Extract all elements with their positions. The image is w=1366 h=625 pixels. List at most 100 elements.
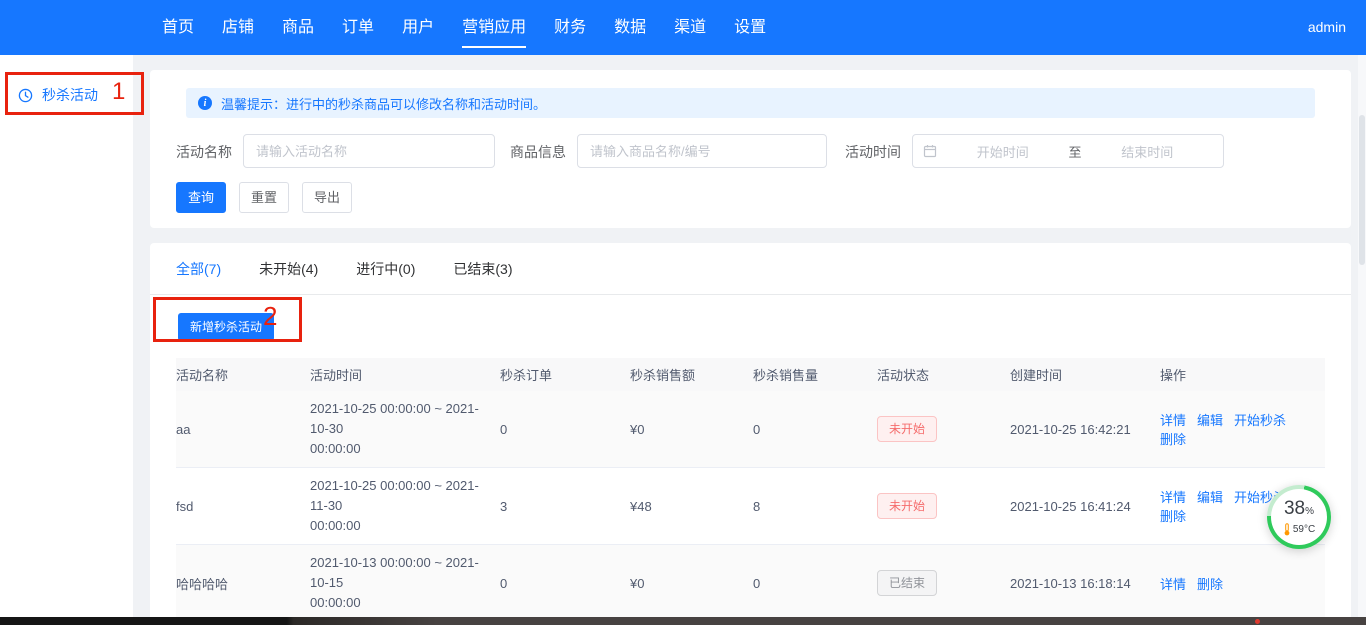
cell-actions: 详情删除	[1160, 545, 1325, 622]
cell-activity-time: 2021-10-25 00:00:00 ~ 2021-11-3000:00:00	[310, 468, 500, 545]
sidebar: 秒杀活动	[0, 55, 133, 617]
status-tab[interactable]: 未开始(4)	[259, 259, 318, 279]
cell-seckill-orders: 0	[500, 545, 630, 622]
nav-item[interactable]: 数据	[600, 0, 660, 55]
status-tab[interactable]: 已结束(3)	[453, 259, 512, 279]
table-row: 哈哈哈哈2021-10-13 00:00:00 ~ 2021-10-1500:0…	[176, 545, 1325, 622]
range-separator: 至	[1069, 142, 1082, 161]
info-icon: i	[198, 96, 212, 110]
action-link[interactable]: 删除	[1160, 509, 1186, 524]
nav-item[interactable]: 财务	[540, 0, 600, 55]
action-link[interactable]: 编辑	[1197, 413, 1223, 428]
column-header: 秒杀销售额	[630, 358, 753, 391]
tip-alert: i 温馨提示：进行中的秒杀商品可以修改名称和活动时间。	[186, 88, 1315, 118]
cell-sales-volume: 0	[753, 391, 877, 468]
thermometer-icon	[1283, 523, 1291, 536]
nav-item[interactable]: 商品	[268, 0, 328, 55]
cell-activity-time: 2021-10-13 00:00:00 ~ 2021-10-1500:00:00	[310, 545, 500, 622]
column-header: 操作	[1160, 358, 1325, 391]
column-header: 秒杀订单	[500, 358, 630, 391]
nav-menu: 首页店铺商品订单用户营销应用财务数据渠道设置	[148, 0, 1366, 55]
status-badge: 已结束	[877, 570, 937, 596]
nav-item[interactable]: 首页	[148, 0, 208, 55]
table-header-row: 活动名称活动时间秒杀订单秒杀销售额秒杀销售量活动状态创建时间操作	[176, 358, 1325, 391]
product-info-input[interactable]	[577, 134, 827, 168]
action-link[interactable]: 删除	[1197, 577, 1223, 592]
sidebar-item-label: 秒杀活动	[42, 85, 98, 105]
date-range-picker[interactable]: 开始时间 至 结束时间	[912, 134, 1224, 168]
column-header: 创建时间	[1010, 358, 1160, 391]
monitor-percent: 38%	[1284, 499, 1314, 522]
filter-buttons: 查询 重置 导出	[176, 182, 352, 213]
table-row: aa2021-10-25 00:00:00 ~ 2021-10-3000:00:…	[176, 391, 1325, 468]
status-badge: 未开始	[877, 416, 937, 442]
nav-item[interactable]: 设置	[720, 0, 780, 55]
cell-sales-volume: 0	[753, 545, 877, 622]
taskbar-edge	[0, 617, 1366, 625]
cell-activity-status: 未开始	[877, 468, 1010, 545]
top-nav: 首页店铺商品订单用户营销应用财务数据渠道设置 admin	[0, 0, 1366, 55]
annotation-number-1: 1	[112, 78, 125, 106]
product-info-label: 商品信息	[510, 142, 566, 162]
monitor-widget[interactable]: 38% 59°C	[1267, 485, 1331, 549]
calendar-icon	[923, 144, 937, 158]
cell-created-time: 2021-10-13 16:18:14	[1010, 545, 1160, 622]
list-card: 全部(7) 未开始(4) 进行中(0) 已结束(3) 新增秒杀活动 2 活动名称活动时…	[150, 243, 1351, 625]
cell-sales-amount: ¥48	[630, 468, 753, 545]
status-badge: 未开始	[877, 493, 937, 519]
nav-item[interactable]: 渠道	[660, 0, 720, 55]
scrollbar[interactable]	[1358, 55, 1366, 617]
monitor-face: 38% 59°C	[1271, 489, 1327, 545]
cell-activity-name: 哈哈哈哈	[176, 545, 310, 622]
status-tab[interactable]: 进行中(0)	[356, 259, 415, 279]
table-row: fsd2021-10-25 00:00:00 ~ 2021-11-3000:00…	[176, 468, 1325, 545]
export-button[interactable]: 导出	[302, 182, 352, 213]
column-header: 活动状态	[877, 358, 1010, 391]
clock-icon	[18, 88, 33, 103]
status-tab[interactable]: 全部(7)	[176, 259, 221, 279]
filter-card: i 温馨提示：进行中的秒杀商品可以修改名称和活动时间。 活动名称 商品信息 活动…	[150, 70, 1351, 228]
cell-activity-name: fsd	[176, 468, 310, 545]
nav-item[interactable]: 店铺	[208, 0, 268, 55]
action-link[interactable]: 编辑	[1197, 490, 1223, 505]
nav-item[interactable]: 营销应用	[448, 0, 540, 55]
start-time-placeholder[interactable]: 开始时间	[937, 142, 1069, 161]
cell-sales-amount: ¥0	[630, 545, 753, 622]
cell-created-time: 2021-10-25 16:42:21	[1010, 391, 1160, 468]
action-link[interactable]: 开始秒杀	[1234, 413, 1286, 428]
monitor-temperature: 59°C	[1283, 523, 1315, 536]
activity-time-label: 活动时间	[845, 142, 901, 162]
nav-item[interactable]: 订单	[328, 0, 388, 55]
reset-button[interactable]: 重置	[239, 182, 289, 213]
status-tabs: 全部(7) 未开始(4) 进行中(0) 已结束(3)	[150, 243, 1351, 295]
cell-sales-volume: 8	[753, 468, 877, 545]
tip-text: 温馨提示：进行中的秒杀商品可以修改名称和活动时间。	[221, 94, 546, 113]
activity-name-label: 活动名称	[176, 142, 232, 162]
action-link[interactable]: 详情	[1160, 577, 1186, 592]
nav-item[interactable]: 用户	[388, 0, 448, 55]
cell-activity-status: 已结束	[877, 545, 1010, 622]
scrollbar-thumb[interactable]	[1359, 115, 1365, 265]
search-button[interactable]: 查询	[176, 182, 226, 213]
cell-created-time: 2021-10-25 16:41:24	[1010, 468, 1160, 545]
column-header: 活动名称	[176, 358, 310, 391]
activity-name-input[interactable]	[243, 134, 495, 168]
cell-activity-status: 未开始	[877, 391, 1010, 468]
action-link[interactable]: 删除	[1160, 432, 1186, 447]
end-time-placeholder[interactable]: 结束时间	[1082, 142, 1214, 161]
action-link[interactable]: 详情	[1160, 413, 1186, 428]
cell-seckill-orders: 0	[500, 391, 630, 468]
add-seckill-button[interactable]: 新增秒杀活动	[178, 313, 274, 341]
user-menu[interactable]: admin	[1308, 0, 1346, 55]
activity-table: 活动名称活动时间秒杀订单秒杀销售额秒杀销售量活动状态创建时间操作 aa2021-…	[176, 358, 1325, 625]
column-header: 活动时间	[310, 358, 500, 391]
cell-sales-amount: ¥0	[630, 391, 753, 468]
action-link[interactable]: 详情	[1160, 490, 1186, 505]
cell-seckill-orders: 3	[500, 468, 630, 545]
taskbar-notification-dot	[1255, 619, 1260, 624]
cell-activity-time: 2021-10-25 00:00:00 ~ 2021-10-3000:00:00	[310, 391, 500, 468]
cell-activity-name: aa	[176, 391, 310, 468]
column-header: 秒杀销售量	[753, 358, 877, 391]
annotation-number-2: 2	[263, 301, 277, 332]
cell-actions: 详情编辑开始秒杀删除	[1160, 391, 1325, 468]
